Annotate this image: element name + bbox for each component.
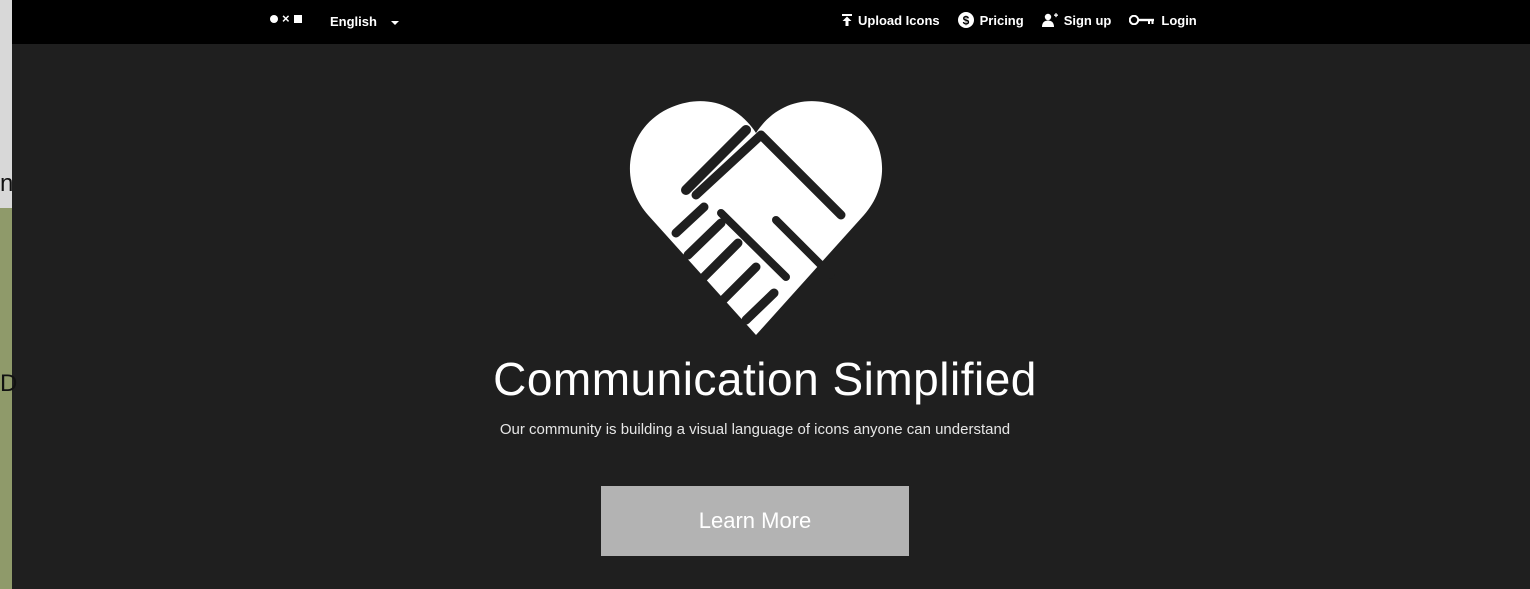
language-label: English	[330, 14, 377, 29]
hero-subtitle: Our community is building a visual langu…	[499, 421, 1011, 438]
login-label: Login	[1161, 12, 1197, 28]
signup-label: Sign up	[1063, 12, 1112, 28]
nav-links: Upload Icons $ Pricing Sign up Login	[842, 12, 1197, 28]
login-link[interactable]: Login	[1129, 12, 1197, 28]
pricing-label: Pricing	[979, 12, 1024, 28]
language-selector[interactable]: English	[330, 14, 399, 29]
upload-icons-link[interactable]: Upload Icons	[842, 13, 940, 28]
dollar-icon: $	[957, 12, 974, 28]
logo-square-icon	[293, 14, 302, 23]
top-navbar: × English Upload Icons $ Pricing Sign up…	[12, 0, 1530, 44]
signup-link[interactable]: Sign up	[1041, 12, 1112, 28]
key-icon	[1129, 15, 1155, 25]
logo-x-icon: ×	[282, 11, 290, 26]
learn-more-button[interactable]: Learn More	[601, 486, 909, 556]
logo-circle-icon	[270, 14, 278, 23]
hero-title: Communication Simplified	[493, 353, 1037, 405]
pricing-link[interactable]: $ Pricing	[957, 12, 1024, 28]
upload-icons-label: Upload Icons	[858, 12, 940, 28]
svg-text:$: $	[962, 14, 969, 28]
upload-icon	[842, 14, 852, 26]
background-window: n D	[0, 0, 17, 589]
site-logo[interactable]: ×	[270, 12, 302, 25]
add-user-icon	[1041, 13, 1058, 27]
heart-handshake-icon	[626, 95, 886, 345]
chevron-down-icon	[390, 20, 399, 25]
background-text: n	[0, 170, 14, 197]
